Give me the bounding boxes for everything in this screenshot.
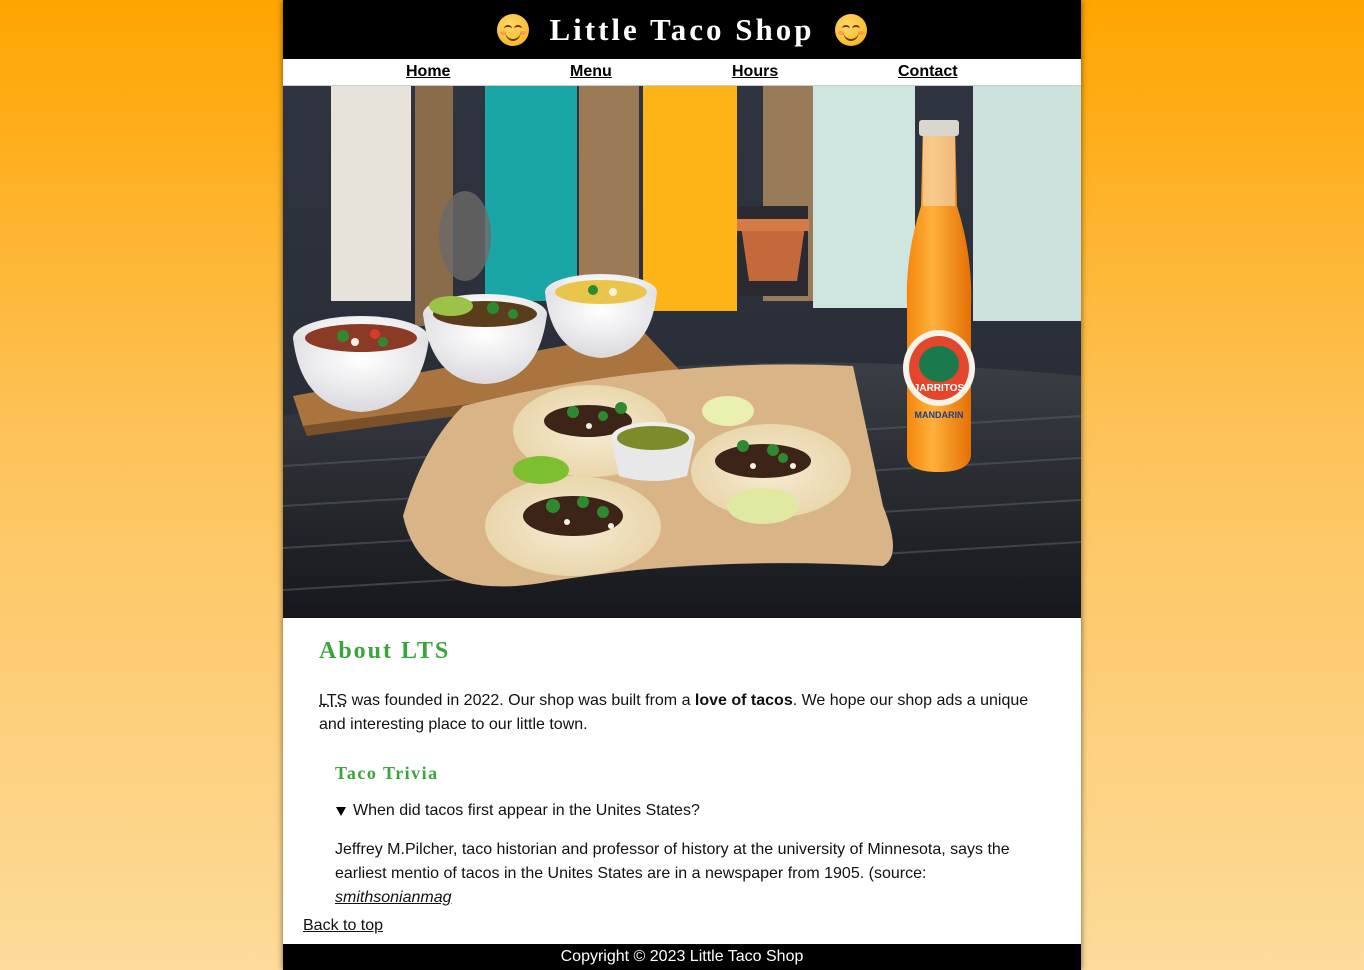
nav-link-hours[interactable]: Hours [732,63,778,81]
copyright-text: Copyright © 2023 Little Taco Shop [560,948,804,965]
trivia-question-toggle[interactable]: When did tacos first appear in the Unite… [335,802,1045,820]
nav-link-contact[interactable]: Contact [898,63,958,81]
smiling-face-icon [834,13,867,46]
about-heading: About LTS [319,638,451,664]
trivia-section: Taco Trivia When did tacos first appear … [335,763,1045,910]
main-nav: Home Menu Hours Contact [283,59,1081,86]
about-paragraph: LTS was founded in 2022. Our shop was bu… [319,692,1029,733]
site-footer: Copyright © 2023 Little Taco Shop [283,944,1081,970]
bottle-flavor-label: MANDARIN [915,410,964,420]
lts-abbreviation[interactable]: LTS [319,692,347,709]
site-title: Little Taco Shop [549,11,815,47]
main-content: About LTS LTS was founded in 2022. Our s… [283,638,1081,910]
trivia-answer: Jeffrey M.Pilcher, taco historian and pr… [335,841,1010,906]
trivia-question: When did tacos first appear in the Unite… [353,802,700,819]
back-to-top-link[interactable]: Back to top [303,917,383,935]
bottle-brand-label: JARRITOS [914,383,965,394]
source-link[interactable]: smithsonianmag [335,889,452,906]
nav-link-menu[interactable]: Menu [570,63,612,81]
hero-image: JARRITOS MANDARIN [283,86,1081,618]
smiling-face-icon [497,13,530,46]
love-of-tacos-text: love of tacos [694,692,793,709]
trivia-heading: Taco Trivia [335,763,439,783]
page-container: Little Taco Shop Home Menu Hours Contact [283,0,1081,970]
nav-link-home[interactable]: Home [406,63,450,81]
site-header: Little Taco Shop [283,0,1081,59]
disclosure-triangle-icon [336,806,346,816]
